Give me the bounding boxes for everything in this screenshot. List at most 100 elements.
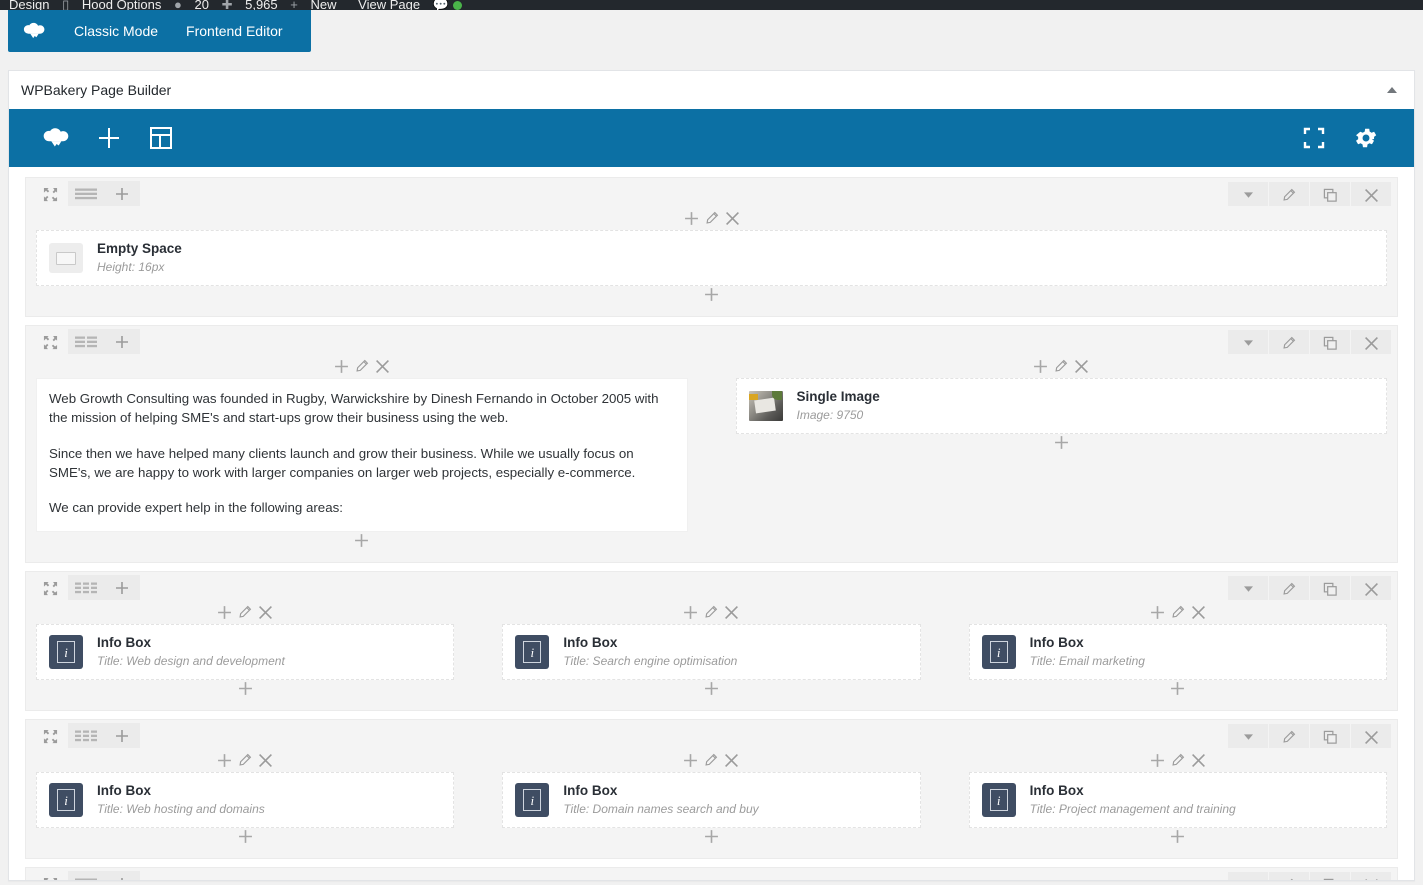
row-controls-left: [26, 720, 1397, 750]
row-dropdown-button[interactable]: [1228, 872, 1268, 880]
column-append-element-button[interactable]: [726, 434, 1398, 458]
row-layout-button[interactable]: [68, 723, 104, 750]
row-layout-button[interactable]: [68, 871, 104, 880]
column-add-element-button[interactable]: [1033, 359, 1048, 374]
row-edit-button[interactable]: [1269, 872, 1309, 880]
row-delete-button[interactable]: [1351, 576, 1391, 603]
column-add-element-button[interactable]: [683, 605, 698, 620]
column-edit-button[interactable]: [704, 753, 718, 767]
templates-logo-button[interactable]: [31, 109, 83, 167]
row-delete-button[interactable]: [1351, 724, 1391, 751]
column-edit-button[interactable]: [355, 359, 369, 373]
row-clone-button[interactable]: [1310, 724, 1350, 751]
column-append-element-button[interactable]: [26, 532, 698, 556]
row-layout-button[interactable]: [68, 329, 104, 355]
column-append-element-button[interactable]: [492, 680, 930, 704]
row-edit-button[interactable]: [1269, 724, 1309, 751]
column-edit-button[interactable]: [1054, 359, 1068, 373]
tab-classic-mode[interactable]: Classic Mode: [60, 10, 172, 52]
column-delete-button[interactable]: [258, 605, 273, 620]
builder-element[interactable]: Single Image Image: 9750: [735, 378, 1387, 434]
column-edit-button[interactable]: [1171, 605, 1185, 619]
column-append-element-button[interactable]: [959, 680, 1397, 704]
add-template-button[interactable]: [135, 109, 187, 167]
adminbar-item-new[interactable]: New: [302, 0, 346, 10]
column-delete-button[interactable]: [375, 359, 390, 374]
builder-element[interactable]: i Info Box Title: Domain names search and …: [502, 772, 921, 829]
adminbar-update-count[interactable]: 5,965: [236, 0, 287, 10]
adminbar-item-hood-options[interactable]: Hood Options: [73, 0, 171, 10]
column-add-element-button[interactable]: [1150, 753, 1165, 768]
row-clone-button[interactable]: [1310, 872, 1350, 880]
column-delete-button[interactable]: [724, 605, 739, 620]
column-append-element-button[interactable]: [26, 680, 464, 704]
row-edit-button[interactable]: [1269, 576, 1309, 603]
column-add-element-button[interactable]: [1150, 605, 1165, 620]
column-edit-button[interactable]: [238, 605, 252, 619]
column-delete-button[interactable]: [1074, 359, 1089, 374]
builder-element[interactable]: i Info Box Title: Web hosting and domains: [36, 772, 455, 829]
row-move-handle[interactable]: [32, 181, 68, 207]
row-dropdown-button[interactable]: [1228, 182, 1268, 208]
row-dropdown-button[interactable]: [1228, 576, 1268, 603]
column-delete-button[interactable]: [724, 753, 739, 768]
row-add-element-button[interactable]: [104, 575, 140, 602]
row-add-element-button[interactable]: [104, 871, 140, 880]
row-clone-button[interactable]: [1310, 182, 1350, 208]
column-delete-button[interactable]: [1191, 605, 1206, 620]
row-move-handle[interactable]: [32, 871, 68, 880]
adminbar-item-design[interactable]: Design: [0, 0, 58, 10]
wpbakery-metabox: WPBakery Page Builder Empty Space Height…: [8, 70, 1415, 881]
builder-element[interactable]: Empty Space Height: 16px: [36, 230, 1387, 286]
adminbar-item-view-page[interactable]: View Page: [349, 0, 429, 10]
wp-admin-bar[interactable]: Design ▯ Hood Options ● 20 ✚ 5,965 + New…: [0, 0, 1423, 10]
column-add-element-button[interactable]: [217, 753, 232, 768]
column-append-element-button[interactable]: [26, 828, 464, 852]
row-delete-button[interactable]: [1351, 182, 1391, 208]
row-add-element-button[interactable]: [104, 723, 140, 750]
builder-element[interactable]: i Info Box Title: Project management and t…: [968, 772, 1387, 829]
column-delete-button[interactable]: [725, 211, 740, 226]
column-append-element-button[interactable]: [959, 828, 1397, 852]
metabox-collapse-toggle[interactable]: [1382, 80, 1402, 100]
row-edit-button[interactable]: [1269, 182, 1309, 208]
row-move-handle[interactable]: [32, 329, 68, 355]
text-block-element[interactable]: Web Growth Consulting was founded in Rug…: [36, 378, 688, 533]
row-dropdown-button[interactable]: [1228, 724, 1268, 751]
row-layout-button[interactable]: [68, 575, 104, 602]
row-delete-button[interactable]: [1351, 330, 1391, 356]
column-delete-button[interactable]: [258, 753, 273, 768]
adminbar-comment-count[interactable]: 20: [185, 0, 217, 10]
row-clone-button[interactable]: [1310, 576, 1350, 603]
column-edit-button[interactable]: [704, 605, 718, 619]
builder-element[interactable]: i Info Box Title: Search engine optimisati…: [502, 624, 921, 681]
row-delete-button[interactable]: [1351, 872, 1391, 880]
column-append-element-button[interactable]: [492, 828, 930, 852]
tab-frontend-editor[interactable]: Frontend Editor: [172, 10, 297, 52]
column-edit-button[interactable]: [1171, 753, 1185, 767]
column-add-element-button[interactable]: [683, 753, 698, 768]
row-add-element-button[interactable]: [104, 329, 140, 355]
row-clone-button[interactable]: [1310, 330, 1350, 356]
builder-element[interactable]: i Info Box Title: Web design and developme…: [36, 624, 455, 681]
column-edit-button[interactable]: [705, 211, 719, 225]
column-delete-button[interactable]: [1191, 753, 1206, 768]
row-move-handle[interactable]: [32, 723, 68, 749]
builder-element[interactable]: i Info Box Title: Email marketing: [968, 624, 1387, 681]
builder-row: [25, 867, 1398, 880]
row-edit-button[interactable]: [1269, 330, 1309, 356]
column-append-element-button[interactable]: [26, 286, 1397, 310]
column-edit-button[interactable]: [238, 753, 252, 767]
chat-icon[interactable]: 💬: [433, 0, 449, 10]
column-add-element-button[interactable]: [217, 605, 232, 620]
column-add-element-button[interactable]: [334, 359, 349, 374]
column-add-element-button[interactable]: [684, 211, 699, 226]
add-element-button[interactable]: [83, 109, 135, 167]
row-layout-button[interactable]: [68, 181, 104, 207]
row-dropdown-button[interactable]: [1228, 330, 1268, 356]
fullscreen-button[interactable]: [1288, 109, 1340, 167]
element-name: Info Box: [1029, 635, 1084, 651]
settings-button[interactable]: [1340, 109, 1392, 167]
row-move-handle[interactable]: [32, 575, 68, 601]
row-add-element-button[interactable]: [104, 181, 140, 207]
